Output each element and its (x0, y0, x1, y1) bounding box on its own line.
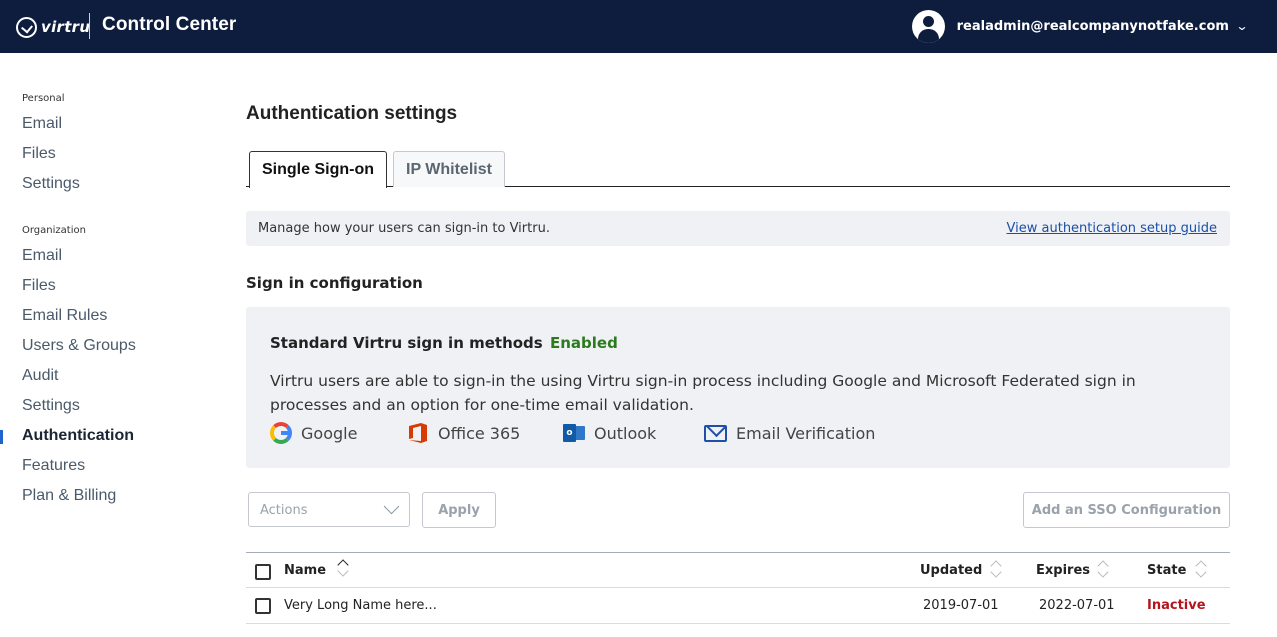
sidebar-item-personal-files[interactable]: Files (22, 145, 56, 163)
google-icon (270, 422, 292, 444)
status-badge: Enabled (550, 334, 618, 352)
table-row[interactable]: Very Long Name here... 2019-07-01 2022-0… (246, 588, 1230, 624)
method-outlook: o Outlook (563, 422, 704, 444)
method-label: Google (301, 423, 358, 443)
tab-label: Single Sign-on (262, 161, 374, 178)
cell-expires: 2022-07-01 (1039, 598, 1115, 613)
column-header-updated[interactable]: Updated (920, 563, 982, 578)
sidebar-item-org-email[interactable]: Email (22, 247, 62, 265)
standard-signin-panel: Standard Virtru sign in methods Enabled … (246, 307, 1230, 468)
method-google: Google (270, 422, 407, 444)
virtru-logo[interactable]: virtru (16, 15, 90, 39)
method-email-verification: Email Verification (704, 424, 875, 443)
sort-icon[interactable] (1194, 559, 1208, 581)
sort-icon[interactable] (1096, 559, 1110, 581)
top-bar: virtru Control Center realadmin@realcomp… (0, 0, 1277, 53)
column-header-expires[interactable]: Expires (1036, 563, 1090, 578)
add-sso-configuration-button[interactable]: Add an SSO Configuration (1023, 492, 1230, 528)
info-bar: Manage how your users can sign-in to Vir… (246, 211, 1230, 246)
setup-guide-link[interactable]: View authentication setup guide (1007, 221, 1217, 236)
sort-icon[interactable] (336, 558, 350, 580)
avatar-icon (911, 9, 945, 43)
sidebar-item-personal-settings[interactable]: Settings (22, 175, 80, 193)
active-indicator (0, 430, 3, 444)
method-label: Outlook (594, 423, 657, 443)
user-email: realadmin@realcompanynotfake.com (956, 18, 1229, 34)
sidebar-item-org-settings[interactable]: Settings (22, 397, 80, 415)
sso-config-table: Name Updated Expires State Very Long Nam… (246, 552, 1230, 624)
sidebar-item-users-groups[interactable]: Users & Groups (22, 337, 136, 355)
select-all-checkbox[interactable] (255, 564, 271, 580)
sidebar-item-personal-email[interactable]: Email (22, 115, 62, 133)
method-office365: Office 365 (407, 422, 563, 444)
signin-methods: Google Office 365 o Outlook Email Verifi… (270, 421, 875, 445)
envelope-icon (704, 424, 727, 442)
virtru-logo-icon (16, 16, 37, 38)
sidebar-section-personal: Personal (22, 93, 65, 104)
column-header-state[interactable]: State (1147, 563, 1186, 578)
header-divider (89, 13, 90, 39)
column-header-name[interactable]: Name (284, 563, 326, 578)
info-text: Manage how your users can sign-in to Vir… (258, 221, 550, 236)
section-title: Sign in configuration (246, 274, 423, 292)
sort-icon[interactable] (989, 559, 1003, 581)
tab-single-sign-on[interactable]: Single Sign-on (249, 151, 387, 188)
sidebar-item-features[interactable]: Features (22, 457, 85, 475)
cell-state: Inactive (1147, 598, 1206, 613)
cell-updated: 2019-07-01 (923, 598, 999, 613)
table-header: Name Updated Expires State (246, 552, 1230, 588)
sidebar-item-audit[interactable]: Audit (22, 367, 58, 385)
logo-text: virtru (41, 18, 91, 36)
sidebar: Personal Email Files Settings Organizati… (0, 53, 200, 637)
sidebar-section-organization: Organization (22, 225, 86, 236)
sidebar-item-email-rules[interactable]: Email Rules (22, 307, 107, 325)
chevron-down-icon (383, 498, 400, 515)
outlook-icon: o (563, 422, 585, 444)
page-title: Authentication settings (246, 103, 458, 124)
tab-label: IP Whitelist (406, 160, 492, 178)
chevron-down-icon: ⌄ (1235, 19, 1249, 33)
actions-select[interactable]: Actions (248, 492, 410, 527)
office365-icon (407, 422, 429, 444)
row-checkbox[interactable] (255, 598, 271, 614)
tab-bar: Single Sign-on IP Whitelist (246, 151, 1230, 188)
sidebar-item-org-files[interactable]: Files (22, 277, 56, 295)
cell-name[interactable]: Very Long Name here... (284, 598, 437, 613)
sidebar-item-authentication[interactable]: Authentication (22, 427, 134, 445)
app-title: Control Center (102, 14, 237, 35)
user-menu[interactable]: realadmin@realcompanynotfake.com ⌄ (911, 9, 1249, 43)
apply-button[interactable]: Apply (422, 492, 496, 528)
sidebar-item-plan-billing[interactable]: Plan & Billing (22, 487, 116, 505)
config-title: Standard Virtru sign in methods (270, 334, 543, 352)
method-label: Email Verification (736, 423, 876, 443)
tab-ip-whitelist[interactable]: IP Whitelist (393, 151, 505, 187)
method-label: Office 365 (438, 423, 521, 443)
config-description: Virtru users are able to sign-in the usi… (270, 372, 1136, 414)
actions-placeholder: Actions (260, 503, 308, 518)
